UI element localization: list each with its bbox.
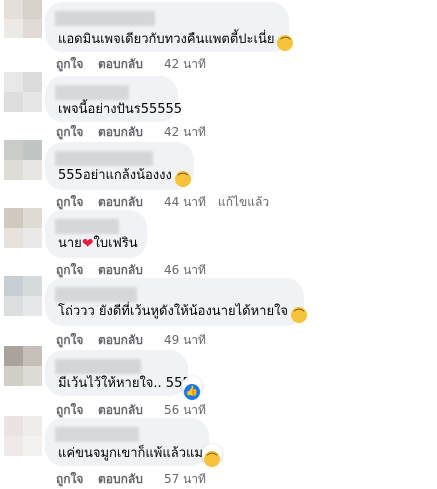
laughing-emoji-icon: ⌒ bbox=[277, 35, 294, 51]
like-link[interactable]: ถูกใจ bbox=[56, 55, 83, 74]
comment-text-content: โถ่ววว ยังดีที่เว้นหูดังให้น้องนายได้หาย… bbox=[58, 304, 289, 319]
comment-text: โถ่ววว ยังดีที่เว้นหูดังให้น้องนายได้หาย… bbox=[58, 303, 308, 323]
reaction-badge[interactable]: ⌒ bbox=[202, 444, 222, 467]
reaction-badge[interactable]: 👍 bbox=[182, 376, 202, 400]
reply-link[interactable]: ตอบกลับ bbox=[98, 470, 143, 489]
comment-text-content: 555อย่าแกล้งน้องงง bbox=[58, 168, 172, 183]
like-link[interactable]: ถูกใจ bbox=[56, 123, 83, 142]
laughing-emoji-icon: ⌒ bbox=[291, 307, 308, 323]
like-icon: 👍 bbox=[184, 384, 200, 400]
comment-text: เพจนี้อย่างปันร55555 bbox=[58, 102, 183, 117]
avatar[interactable] bbox=[4, 208, 42, 248]
timestamp[interactable]: 49 นาที bbox=[164, 331, 206, 350]
comment-bubble: โถ่ววว ยังดีที่เว้นหูดังให้น้องนายได้หาย… bbox=[45, 278, 308, 326]
commenter-name-blurred[interactable] bbox=[55, 11, 155, 26]
comment-bubble: เพจนี้อย่างปันร55555 bbox=[45, 76, 182, 122]
timestamp[interactable]: 57 นาที bbox=[164, 470, 206, 489]
comment-text-content: แอดมินเพจเดียวกับทวงคืนแพตตี้ปะเนี่ย bbox=[58, 32, 275, 47]
reply-link[interactable]: ตอบกลับ bbox=[98, 55, 143, 74]
comment-text: นาย❤ใบเฟริน bbox=[58, 235, 138, 253]
commenter-name-blurred[interactable] bbox=[55, 219, 119, 234]
comment-bubble: แค่ขนจมูกเขาก็แพ้แล้วแมะ bbox=[45, 418, 210, 466]
comment-text: แอดมินเพจเดียวกับทวงคืนแพตตี้ปะเนี่ย ⌒ bbox=[58, 31, 294, 51]
comment-text-content: นาย bbox=[58, 236, 82, 251]
avatar[interactable] bbox=[4, 0, 42, 38]
comment-text: 555อย่าแกล้งน้องงง ⌒ bbox=[58, 167, 191, 187]
comment-bubble: 555อย่าแกล้งน้องงง ⌒ bbox=[45, 142, 194, 190]
timestamp[interactable]: 44 นาที bbox=[164, 193, 206, 212]
commenter-name-blurred[interactable] bbox=[55, 359, 141, 374]
comment-bubble: แอดมินเพจเดียวกับทวงคืนแพตตี้ปะเนี่ย ⌒ bbox=[45, 2, 294, 52]
heart-icon: ❤ bbox=[81, 236, 94, 252]
avatar[interactable] bbox=[4, 276, 42, 316]
reply-link[interactable]: ตอบกลับ bbox=[98, 123, 143, 142]
like-link[interactable]: ถูกใจ bbox=[56, 470, 83, 489]
commenter-name-blurred[interactable] bbox=[55, 427, 139, 442]
laughing-emoji-icon: ⌒ bbox=[204, 451, 220, 467]
edited-label[interactable]: แก้ไขแล้ว bbox=[218, 193, 269, 212]
commenter-name-blurred[interactable] bbox=[55, 85, 129, 100]
comment-bubble: นาย❤ใบเฟริน bbox=[45, 210, 147, 258]
avatar[interactable] bbox=[4, 416, 42, 456]
avatar[interactable] bbox=[4, 140, 42, 180]
commenter-name-blurred[interactable] bbox=[55, 151, 153, 166]
avatar[interactable] bbox=[4, 72, 42, 112]
comment-text: มีเว้นไว้ให้หายใจ.. 555 bbox=[58, 376, 191, 391]
laughing-emoji-icon: ⌒ bbox=[174, 171, 191, 187]
reply-link[interactable]: ตอบกลับ bbox=[98, 331, 143, 350]
like-link[interactable]: ถูกใจ bbox=[56, 331, 83, 350]
timestamp[interactable]: 42 นาที bbox=[164, 55, 206, 74]
commenter-name-blurred[interactable] bbox=[55, 287, 137, 302]
comment-bubble: มีเว้นไว้ให้หายใจ.. 555 bbox=[45, 350, 191, 396]
timestamp[interactable]: 42 นาที bbox=[164, 123, 206, 142]
comment-text: แค่ขนจมูกเขาก็แพ้แล้วแมะ bbox=[58, 446, 210, 461]
avatar[interactable] bbox=[4, 346, 42, 386]
comment-text-continuation: ใบเฟริน bbox=[93, 236, 138, 251]
